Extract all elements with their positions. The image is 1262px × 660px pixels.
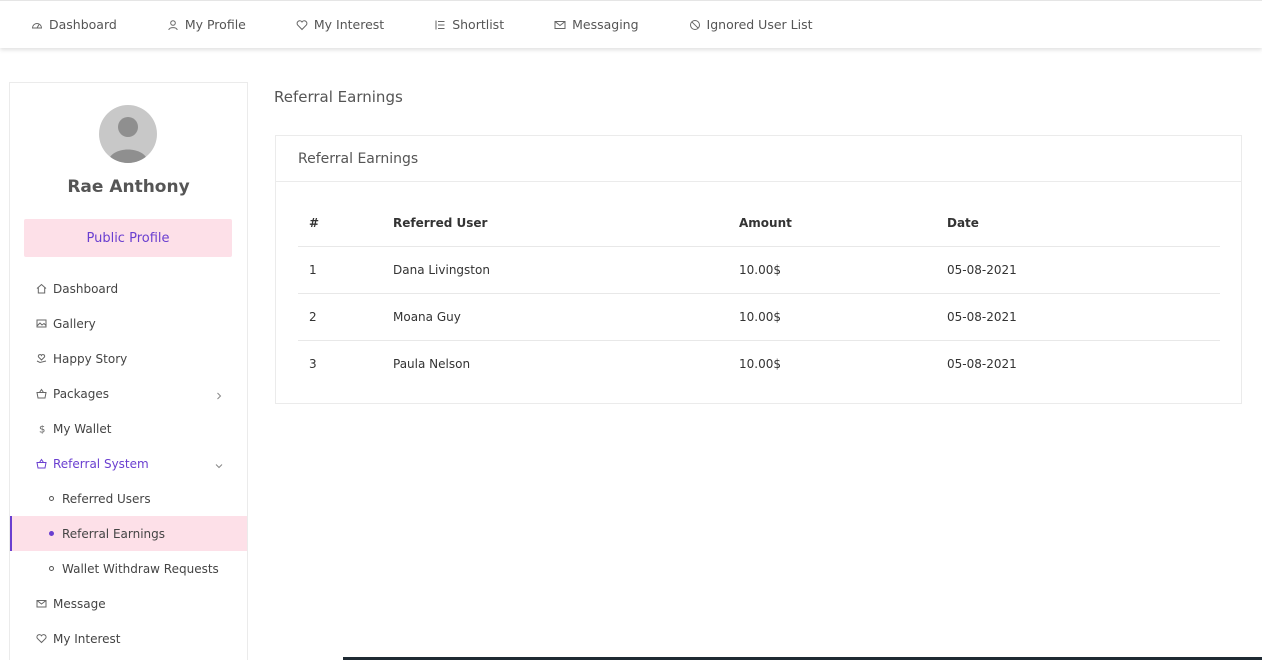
referral-earnings-table: # Referred User Amount Date 1 Dana Livin… (298, 200, 1220, 387)
sidebar-item-happy-story[interactable]: Happy Story (10, 341, 247, 376)
cell-date: 05-08-2021 (947, 293, 1220, 341)
cell-referred-user: Dana Livingston (393, 246, 739, 294)
cell-number: 2 (298, 293, 393, 341)
table-row: 1 Dana Livingston 10.00$ 05-08-2021 (298, 246, 1220, 294)
topnav-dashboard-label: Dashboard (49, 17, 117, 32)
cell-number: 3 (309, 356, 317, 371)
basket-icon (36, 388, 47, 399)
referral-earnings-card: Referral Earnings # Referred User Amount… (275, 135, 1242, 404)
sidebar-subitem-label: Referred Users (62, 491, 151, 506)
topnav-my-interest-label: My Interest (313, 17, 385, 32)
cell-date: 05-08-2021 (947, 246, 1220, 294)
sidebar-subitem-referred-users[interactable]: Referred Users (10, 481, 247, 516)
table-header-row: # Referred User Amount Date (298, 200, 1220, 247)
sidebar-item-label: Message (53, 596, 106, 611)
dollar-icon: $ (36, 423, 47, 435)
topnav-my-profile[interactable]: My Profile (167, 1, 246, 49)
top-navigation: Dashboard My Profile My Interest Shortli… (0, 0, 1262, 48)
block-icon (689, 19, 701, 31)
sidebar-item-label: Dashboard (53, 281, 119, 296)
heart-hand-icon (36, 353, 47, 364)
bullet-icon (49, 496, 54, 501)
page-title: Referral Earnings (274, 88, 403, 106)
user-icon (167, 19, 179, 31)
home-icon (36, 283, 47, 294)
cell-amount: 10.00$ (739, 246, 947, 294)
sidebar-item-referral-system[interactable]: Referral System (10, 446, 247, 481)
sidebar-item-label: Packages (53, 386, 109, 401)
topnav-my-profile-label: My Profile (184, 17, 246, 32)
list-icon (434, 19, 446, 31)
topnav-ignored-user-list-label: Ignored User List (706, 17, 813, 32)
sidebar-item-message[interactable]: Message (10, 586, 247, 621)
svg-text:$: $ (39, 425, 45, 435)
avatar (99, 105, 157, 163)
sidebar-item-label: My Interest (53, 631, 121, 646)
mail-icon (36, 598, 47, 609)
cell-date: 05-08-2021 (947, 356, 1017, 371)
sidebar-item-packages[interactable]: Packages (10, 376, 247, 411)
image-icon (36, 318, 47, 329)
cell-amount: 10.00$ (739, 356, 781, 371)
topnav-shortlist-label: Shortlist (452, 17, 505, 32)
sidebar-item-label: Gallery (53, 316, 96, 331)
sidebar-item-label: My Wallet (53, 421, 112, 436)
dashboard-icon (31, 19, 43, 31)
public-profile-button[interactable]: Public Profile (24, 219, 232, 257)
sidebar-subitem-label: Referral Earnings (62, 526, 166, 541)
sidebar-subitem-wallet-withdraw-requests[interactable]: Wallet Withdraw Requests (10, 551, 247, 586)
bullet-icon (49, 566, 54, 571)
user-name: Rae Anthony (67, 177, 190, 197)
topnav-messaging[interactable]: Messaging (554, 1, 639, 49)
bullet-icon (49, 531, 54, 536)
cell-referred-user: Moana Guy (393, 293, 739, 341)
topnav-messaging-label: Messaging (572, 17, 639, 32)
sidebar-item-label: Referral System (53, 456, 149, 471)
basket-icon (36, 458, 47, 469)
sidebar-subitem-label: Wallet Withdraw Requests (62, 561, 219, 576)
table-row: 2 Moana Guy 10.00$ 05-08-2021 (298, 293, 1220, 341)
sidebar-item-my-wallet[interactable]: $ My Wallet (10, 411, 247, 446)
sidebar-item-my-interest[interactable]: My Interest (10, 621, 247, 656)
cell-amount: 10.00$ (739, 293, 947, 341)
column-header-date: Date (947, 200, 1220, 247)
table-row: 3 Paula Nelson 10.00$ 05-08-2021 (298, 340, 1220, 387)
column-header-referred-user: Referred User (393, 200, 739, 247)
topnav-my-interest[interactable]: My Interest (296, 1, 384, 49)
chevron-right-icon (215, 389, 223, 400)
sidebar-item-label: Happy Story (53, 351, 128, 366)
heart-icon (36, 633, 47, 644)
cell-referred-user: Paula Nelson (393, 356, 471, 371)
card-title: Referral Earnings (276, 136, 1241, 182)
sidebar-subitem-referral-earnings[interactable]: Referral Earnings (10, 516, 247, 551)
sidebar: Rae Anthony Public Profile Dashboard Gal… (9, 82, 248, 660)
chevron-down-icon (215, 459, 223, 469)
topnav-dashboard[interactable]: Dashboard (31, 1, 117, 49)
cell-number: 1 (298, 246, 393, 294)
topnav-ignored-user-list[interactable]: Ignored User List (689, 1, 813, 49)
sidebar-menu: Dashboard Gallery Happy Story Packages $… (10, 271, 247, 656)
mail-icon (554, 19, 566, 31)
sidebar-item-dashboard[interactable]: Dashboard (10, 271, 247, 306)
column-header-number: # (298, 200, 393, 247)
column-header-amount: Amount (739, 200, 947, 247)
sidebar-item-gallery[interactable]: Gallery (10, 306, 247, 341)
heart-icon (296, 19, 308, 31)
topnav-shortlist[interactable]: Shortlist (434, 1, 504, 49)
